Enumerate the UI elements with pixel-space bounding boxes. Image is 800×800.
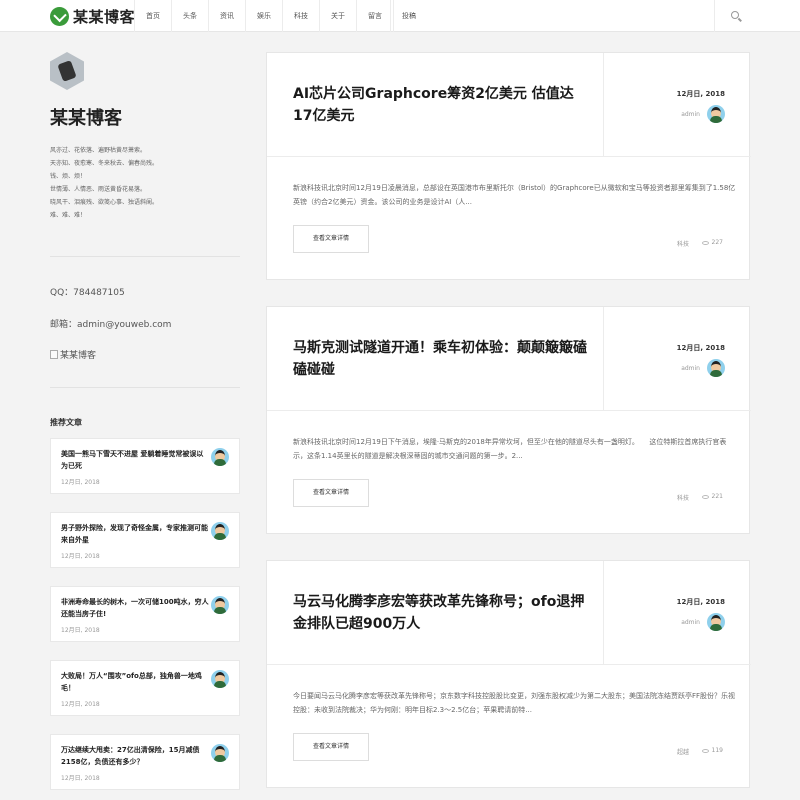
intro-line: 世情薄、人情恶、雨送黄昏花易落。 [50,186,147,193]
author-avatar [211,522,229,540]
intro-line: 难、难、难！ [50,212,87,219]
contact-qq: QQ：784487105 [50,288,125,298]
search-button[interactable] [714,0,754,32]
recommend-item[interactable]: 非洲寿命最长的树木，一次可储100吨水，穷人还能当房子住! 12月日, 2018 [50,586,240,642]
recommend-item[interactable]: 男子野外探险，发现了奇怪金属，专家推测可能来自外星 12月日, 2018 [50,512,240,568]
author-avatar [211,596,229,614]
eye-icon [701,240,709,245]
nav-item-news[interactable]: 资讯 [208,0,245,32]
sidebar: 某某博客 风亦过、花依落、遍野枯黄尽萧索。 天亦知、夜愈寒、冬来秋去、偏春尚残。… [50,52,240,222]
article-author[interactable]: admin [681,111,700,118]
sidebar-image-alt: 某某博客 [60,351,97,361]
blog-title: 某某博客 [50,108,122,129]
nav-item-home[interactable]: 首页 [134,0,171,32]
author-avatar [707,105,725,123]
recommend-item-title[interactable]: 非洲寿命最长的树木，一次可储100吨水，穷人还能当房子住! [61,596,209,620]
read-more-button[interactable]: 查看文章详情 [293,479,369,507]
article-card: 马云马化腾李彦宏等获改革先锋称号；ofo退押金排队已超900万人 12月日, 2… [266,560,751,788]
intro-line: 天亦知、夜愈寒、冬来秋去、偏春尚残。 [50,160,159,167]
author-avatar [707,359,725,377]
nav-item-guestbook[interactable]: 留言 [356,0,394,32]
author-avatar [211,744,229,762]
article-meta: 12月日, 2018 admin [603,53,751,157]
recommend-item-title[interactable]: 大败局！万人“围攻”ofo总部，独角兽一地鸡毛！ [61,670,209,694]
top-header: 某某博客 首页 头条 资讯 娱乐 科技 关于 留言 投稿 [0,0,800,32]
article-excerpt: 新浪科技讯北京时间12月19日凌晨消息，总部设在英国港市布里斯托尔（Bristo… [293,184,736,206]
recommend-item-date: 12月日, 2018 [61,701,100,708]
site-avatar [50,52,84,90]
nav-item-headlines[interactable]: 头条 [171,0,208,32]
article-author[interactable]: admin [681,619,700,626]
article-header: 马云马化腾李彦宏等获改革先锋称号；ofo退押金排队已超900万人 12月日, 2… [267,561,751,665]
nav-item-entertainment[interactable]: 娱乐 [245,0,282,32]
recommend-item[interactable]: 美国一熊马下雪天不进屋 爱躺着睡觉常被误以为已死 12月日, 2018 [50,438,240,494]
view-count: 119 [711,747,723,754]
recommend-item-date: 12月日, 2018 [61,479,100,486]
article-meta: 12月日, 2018 admin [603,561,751,665]
article-meta: 12月日, 2018 admin [603,307,751,411]
recommend-item[interactable]: 万达继续大甩卖：27亿出清保险，15月减债2158亿，负债还有多少？ 12月日,… [50,734,240,790]
recommend-item-title[interactable]: 美国一熊马下雪天不进屋 爱躺着睡觉常被误以为已死 [61,448,209,472]
article-author[interactable]: admin [681,365,700,372]
site-intro: 风亦过、花依落、遍野枯黄尽萧索。 天亦知、夜愈寒、冬来秋去、偏春尚残。 钱、烦、… [50,144,240,222]
logo-check-icon [50,7,69,26]
recommend-item-date: 12月日, 2018 [61,553,100,560]
nav-item-about[interactable]: 关于 [319,0,356,32]
view-count: 227 [711,239,723,246]
article-card: 马斯克测试隧道开通！乘车初体验：颠颠簸簸磕磕碰碰 12月日, 2018 admi… [266,306,751,534]
divider [50,387,240,388]
intro-line: 钱、烦、烦！ [50,173,87,180]
recommend-item-date: 12月日, 2018 [61,627,100,634]
article-date: 12月日, 2018 [676,90,725,98]
article-title[interactable]: AI芯片公司Graphcore筹资2亿美元 估值达17亿美元 [293,83,593,127]
intro-line: 晓风干、泪痕残、欲笺心事、独语斜阑。 [50,199,159,206]
article-title[interactable]: 马斯克测试隧道开通！乘车初体验：颠颠簸簸磕磕碰碰 [293,337,593,381]
nav-item-tech[interactable]: 科技 [282,0,319,32]
recommend-item-date: 12月日, 2018 [61,775,100,782]
article-date: 12月日, 2018 [676,344,725,352]
article-views: 227 [701,239,723,246]
read-more-button[interactable]: 查看文章详情 [293,225,369,253]
broken-image-icon [50,350,58,359]
author-avatar [707,613,725,631]
main-nav: 首页 头条 资讯 娱乐 科技 关于 留言 [134,0,394,32]
article-tag[interactable]: 超越 [677,747,689,756]
article-tag[interactable]: 科技 [677,493,689,502]
article-header: AI芯片公司Graphcore筹资2亿美元 估值达17亿美元 12月日, 201… [267,53,751,157]
article-card: AI芯片公司Graphcore筹资2亿美元 估值达17亿美元 12月日, 201… [266,52,751,280]
article-views: 221 [701,493,723,500]
site-logo[interactable]: 某某博客 [50,6,135,27]
view-count: 221 [711,493,723,500]
article-date: 12月日, 2018 [676,598,725,606]
article-header: 马斯克测试隧道开通！乘车初体验：颠颠簸簸磕磕碰碰 12月日, 2018 admi… [267,307,751,411]
intro-line: 风亦过、花依落、遍野枯黄尽萧索。 [50,147,147,154]
article-excerpt: 今日要闻马云马化腾李彦宏等获改革先锋称号；京东数字科技控股股比变更，刘强东股权减… [293,692,736,714]
search-icon [731,11,739,19]
author-avatar [211,670,229,688]
article-views: 119 [701,747,723,754]
eye-icon [701,494,709,499]
divider [50,256,240,257]
author-avatar [211,448,229,466]
logo-text: 某某博客 [73,8,136,26]
nav-item-submit[interactable]: 投稿 [390,0,427,32]
article-excerpt: 新浪科技讯北京时间12月19日下午消息，埃隆·马斯克的2018年异常坎坷，但至少… [293,438,727,460]
recommend-item-title[interactable]: 万达继续大甩卖：27亿出清保险，15月减债2158亿，负债还有多少？ [61,744,209,768]
article-tag[interactable]: 科技 [677,239,689,248]
article-title[interactable]: 马云马化腾李彦宏等获改革先锋称号；ofo退押金排队已超900万人 [293,591,593,635]
contact-email: 邮箱：admin@youweb.com [50,320,172,330]
read-more-button[interactable]: 查看文章详情 [293,733,369,761]
recommend-heading: 推荐文章 [50,418,82,427]
recommend-item[interactable]: 大败局！万人“围攻”ofo总部，独角兽一地鸡毛！ 12月日, 2018 [50,660,240,716]
recommend-item-title[interactable]: 男子野外探险，发现了奇怪金属，专家推测可能来自外星 [61,522,209,546]
eye-icon [701,748,709,753]
sidebar-image: 某某博客 [50,348,96,361]
